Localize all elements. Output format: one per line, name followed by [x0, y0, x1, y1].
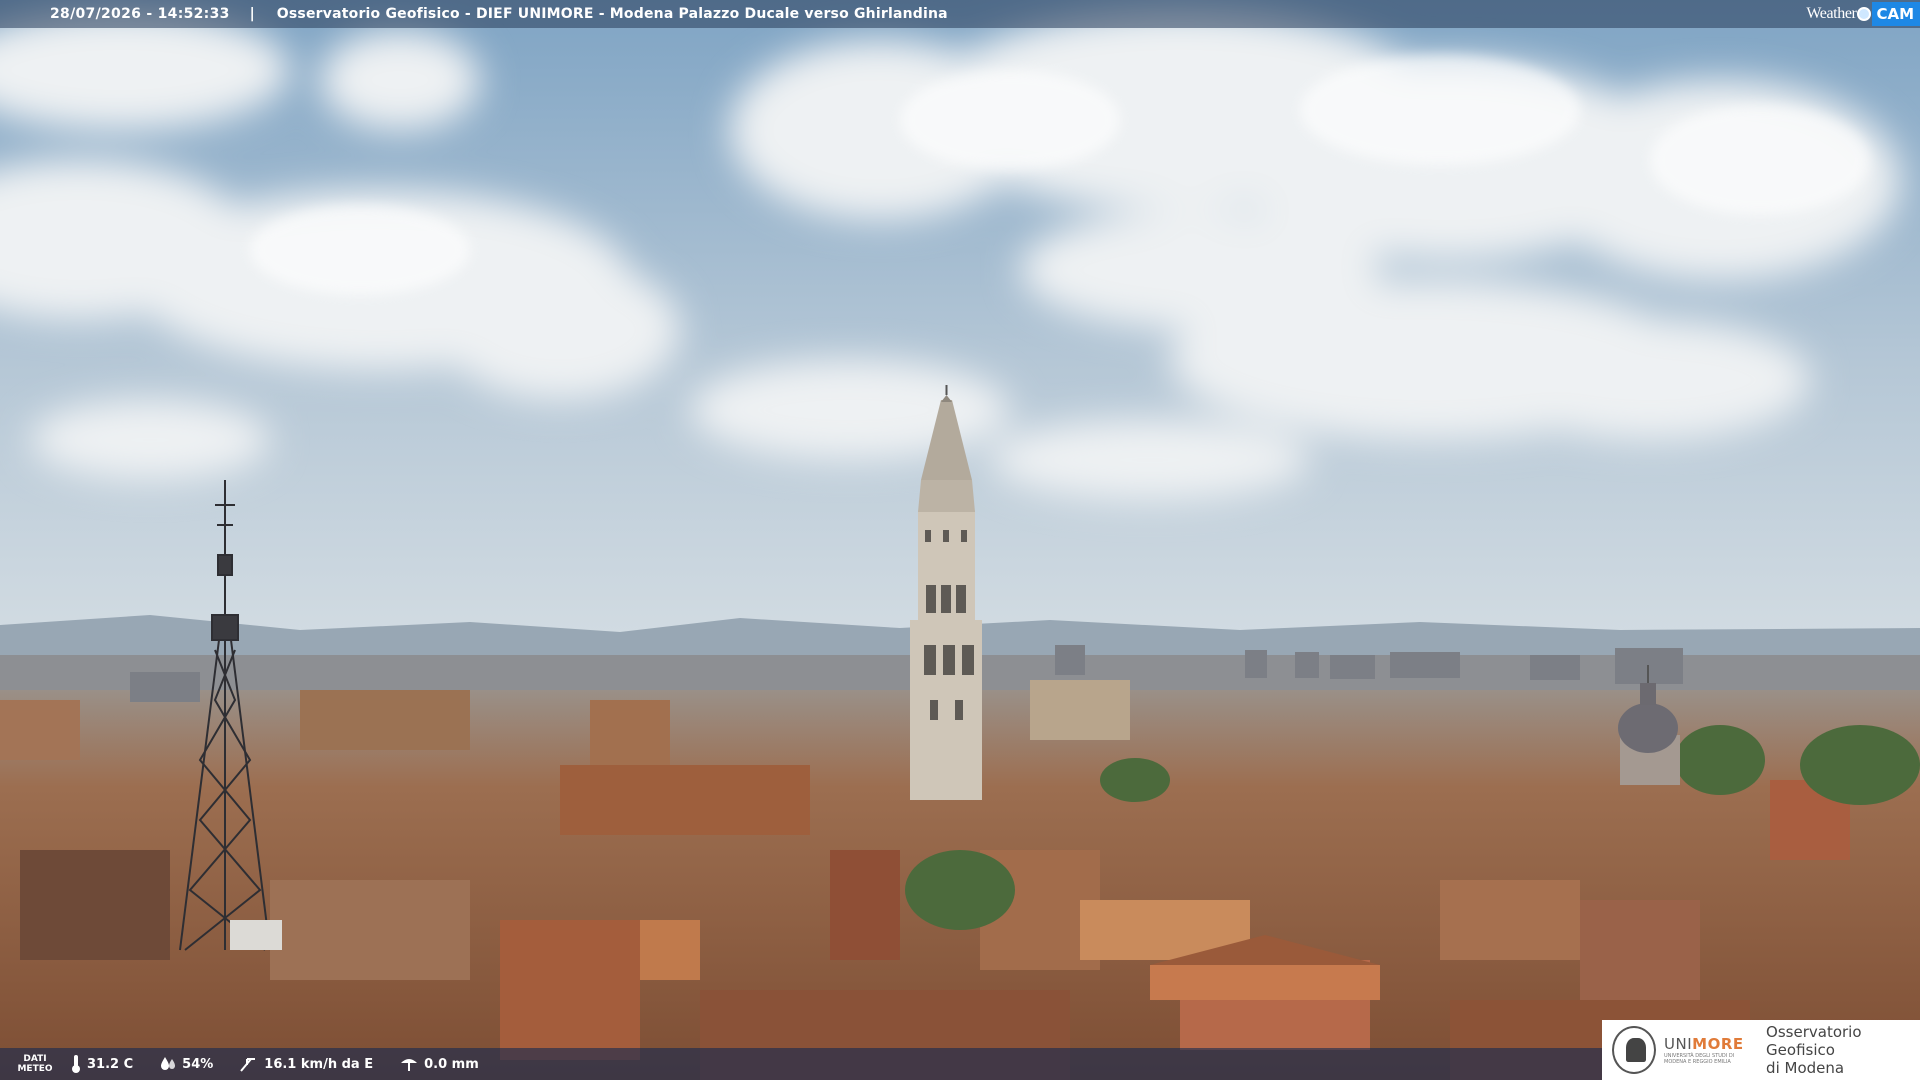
humidity-icon	[161, 1057, 176, 1070]
rain-reading: 0.0 mm	[399, 1055, 479, 1073]
observatory-name: Osservatorio Geofisico di Modena	[1766, 1023, 1862, 1077]
temperature-value: 31.2 C	[87, 1056, 134, 1072]
brand-weather: Weather	[1806, 5, 1857, 22]
temperature-reading: 31.2 C	[70, 1054, 133, 1074]
rain-icon	[401, 1059, 418, 1071]
webcam-scene	[0, 0, 1920, 1080]
camera-info-bar: 28/07/2026 - 14:52:33 | Osservatorio Geo…	[0, 0, 1920, 28]
unimore-wordmark: UNIMORE UNIVERSITÀ DEGLI STUDI DI MODENA…	[1664, 1035, 1754, 1065]
unimore-subtitle: UNIVERSITÀ DEGLI STUDI DI MODENA E REGGI…	[1664, 1053, 1735, 1065]
brand-dot-icon	[1857, 7, 1872, 21]
weathercam-logo: Weather CAM	[1806, 0, 1920, 28]
wind-value: 16.1 km/h da E	[264, 1056, 374, 1072]
unimore-observatory-logo: UNIMORE UNIVERSITÀ DEGLI STUDI DI MODENA…	[1602, 1020, 1920, 1080]
timestamp: 28/07/2026 - 14:52:33	[50, 6, 230, 22]
thermometer-icon	[72, 1055, 80, 1073]
wind-reading: 16.1 km/h da E	[239, 1055, 373, 1073]
separator: |	[249, 6, 255, 22]
humidity-reading: 54%	[159, 1055, 213, 1073]
rain-value: 0.0 mm	[424, 1056, 479, 1072]
wind-icon	[240, 1058, 256, 1072]
university-seal-icon	[1612, 1026, 1657, 1074]
weather-data-label: DATI METEO	[17, 1054, 53, 1074]
camera-title: Osservatorio Geofisico - DIEF UNIMORE - …	[276, 6, 948, 22]
brand-cam: CAM	[1872, 2, 1920, 26]
humidity-value: 54%	[182, 1056, 214, 1072]
